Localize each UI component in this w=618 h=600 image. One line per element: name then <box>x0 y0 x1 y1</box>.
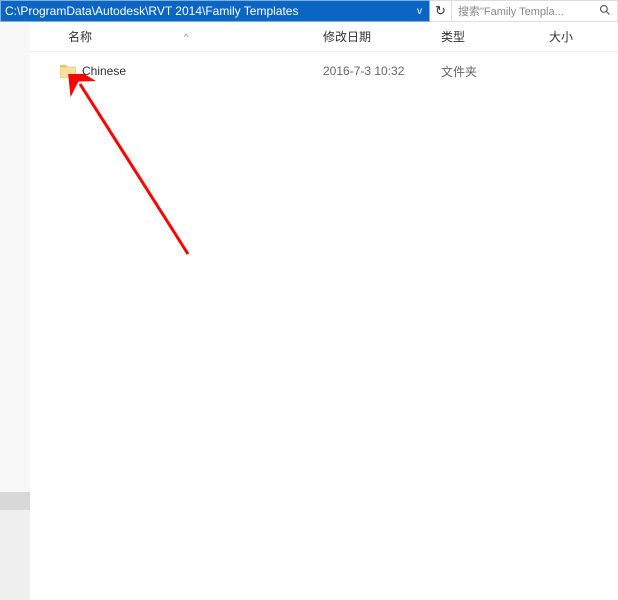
column-size[interactable]: 大小 <box>541 22 618 51</box>
nav-sidebar[interactable] <box>0 22 30 600</box>
file-list: 名称 ^ 修改日期 类型 大小 Chinese 2016-7-3 10:32 <box>30 22 618 600</box>
address-path: C:\ProgramData\Autodesk\RVT 2014\Family … <box>5 4 298 18</box>
column-name[interactable]: 名称 ^ <box>30 22 315 51</box>
item-type: 文件夹 <box>433 63 541 80</box>
column-type[interactable]: 类型 <box>433 22 541 51</box>
list-item[interactable]: Chinese 2016-7-3 10:32 文件夹 <box>30 60 618 82</box>
sidebar-section <box>0 22 30 492</box>
main-area: 名称 ^ 修改日期 类型 大小 Chinese 2016-7-3 10:32 <box>0 22 618 600</box>
refresh-button[interactable]: ↻ <box>430 0 452 22</box>
item-date: 2016-7-3 10:32 <box>315 64 433 78</box>
search-placeholder: 搜索"Family Templa... <box>458 3 564 19</box>
folder-icon <box>60 65 76 78</box>
item-name-cell: Chinese <box>30 64 315 78</box>
search-input[interactable]: 搜索"Family Templa... <box>452 0 618 22</box>
address-bar[interactable]: C:\ProgramData\Autodesk\RVT 2014\Family … <box>0 0 430 22</box>
item-name: Chinese <box>82 64 126 78</box>
chevron-down-icon[interactable]: v <box>414 6 425 17</box>
sidebar-section <box>0 492 30 510</box>
toolbar: C:\ProgramData\Autodesk\RVT 2014\Family … <box>0 0 618 22</box>
column-date-label: 修改日期 <box>323 28 371 45</box>
sort-indicator-icon: ^ <box>184 32 188 42</box>
column-date[interactable]: 修改日期 <box>315 22 433 51</box>
column-type-label: 类型 <box>441 28 465 45</box>
column-size-label: 大小 <box>549 28 573 45</box>
column-name-label: 名称 <box>68 28 92 45</box>
refresh-icon: ↻ <box>435 3 446 19</box>
sidebar-section <box>0 510 30 600</box>
search-icon <box>599 4 611 19</box>
column-headers: 名称 ^ 修改日期 类型 大小 <box>30 22 618 52</box>
